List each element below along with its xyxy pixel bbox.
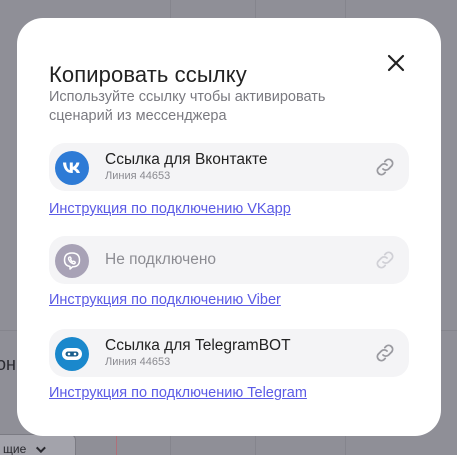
chevron-down-icon <box>36 442 47 453</box>
viber-icon <box>55 244 89 278</box>
copy-link-icon[interactable] <box>373 341 397 365</box>
dialog-title: Копировать ссылку <box>49 62 247 87</box>
integration-line: Линия 44653 <box>105 356 171 368</box>
integration-title: Ссылка для Вконтакте <box>105 151 268 168</box>
bg-select-value: щие <box>3 442 27 455</box>
close-icon <box>387 54 405 72</box>
dialog-subtitle: Используйте ссылку чтобы активировать сц… <box>49 89 326 124</box>
dialog-content: Копировать ссылку Используйте ссылку что… <box>17 18 441 436</box>
integration-card-vk: Ссылка для Вконтакте Линия 44653 <box>49 143 409 191</box>
instruction-link-viber[interactable]: Инструкция по подключению Viber <box>49 292 281 308</box>
telegram-bot-icon <box>55 337 89 371</box>
integration-card-telegram: Ссылка для TelegramBOT Линия 44653 <box>49 329 409 377</box>
integration-title: Ссылка для TelegramBOT <box>105 337 291 354</box>
copy-link-icon[interactable] <box>373 155 397 179</box>
close-button[interactable] <box>383 50 409 76</box>
integration-card-viber: Не подключено <box>49 236 409 284</box>
vk-icon <box>55 151 89 185</box>
bg-select: щие <box>0 434 76 455</box>
integration-title: Не подключено <box>105 251 216 268</box>
copy-link-icon <box>373 248 397 272</box>
instruction-link-vk[interactable]: Инструкция по подключению VKapp <box>49 201 291 217</box>
instruction-link-telegram[interactable]: Инструкция по подключению Telegram <box>49 385 307 401</box>
integration-line: Линия 44653 <box>105 170 171 182</box>
bg-side-text: он <box>0 354 16 374</box>
